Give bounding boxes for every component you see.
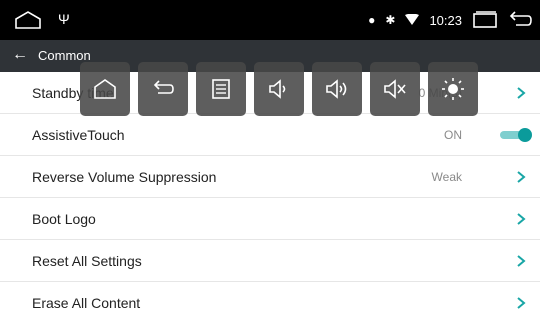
setting-value: ON xyxy=(444,127,462,142)
bluetooth-icon: ✱ xyxy=(385,13,396,27)
setting-label: AssistiveTouch xyxy=(32,126,125,143)
chevron-right-icon xyxy=(517,170,526,183)
setting-row-boot-logo[interactable]: Boot Logo xyxy=(0,198,540,240)
setting-label: Boot Logo xyxy=(32,210,96,227)
assist-mute-button[interactable] xyxy=(370,62,420,116)
assist-home-button[interactable] xyxy=(80,62,130,116)
back-icon xyxy=(153,80,174,94)
assist-volume-up-button[interactable] xyxy=(312,62,362,116)
assist-menu-button[interactable] xyxy=(196,62,246,116)
chevron-right-icon xyxy=(517,296,526,309)
home-outline-icon[interactable] xyxy=(14,10,42,30)
setting-row-reset-all[interactable]: Reset All Settings xyxy=(0,240,540,282)
arrow-left-icon[interactable]: ← xyxy=(12,46,28,64)
assistivetouch-toggle[interactable] xyxy=(500,127,532,142)
status-time: 10:23 xyxy=(429,12,462,28)
chevron-right-icon xyxy=(517,254,526,267)
setting-label: Reverse Volume Suppression xyxy=(32,168,217,185)
setting-row-reverse-volume[interactable]: Reverse Volume Suppression Weak xyxy=(0,156,540,198)
assist-back-button[interactable] xyxy=(138,62,188,116)
setting-row-erase-all[interactable]: Erase All Content xyxy=(0,282,540,322)
chevron-right-icon xyxy=(517,212,526,225)
menu-list-icon xyxy=(212,79,230,99)
toggle-knob xyxy=(518,127,532,142)
recents-icon[interactable] xyxy=(472,11,498,29)
volume-down-icon xyxy=(269,79,286,99)
assist-volume-down-button[interactable] xyxy=(254,62,304,116)
setting-label: Erase All Content xyxy=(32,294,141,311)
assist-brightness-button[interactable] xyxy=(428,62,478,116)
volume-up-icon xyxy=(326,79,347,99)
setting-row-assistivetouch[interactable]: AssistiveTouch ON xyxy=(0,114,540,156)
back-icon[interactable] xyxy=(508,10,532,30)
brightness-icon xyxy=(442,78,464,100)
setting-label: Reset All Settings xyxy=(32,252,142,269)
usb-icon: Ψ xyxy=(58,11,70,27)
chevron-right-icon xyxy=(517,86,526,99)
setting-value: Weak xyxy=(431,169,462,184)
wifi-icon xyxy=(405,14,420,25)
status-bar: Ψ ● ✱ 10:23 xyxy=(0,0,540,40)
location-icon: ● xyxy=(368,13,376,27)
assistive-touch-bar xyxy=(80,62,480,116)
home-icon xyxy=(94,79,116,99)
mute-icon xyxy=(384,79,406,99)
page-title: Common xyxy=(38,48,91,63)
